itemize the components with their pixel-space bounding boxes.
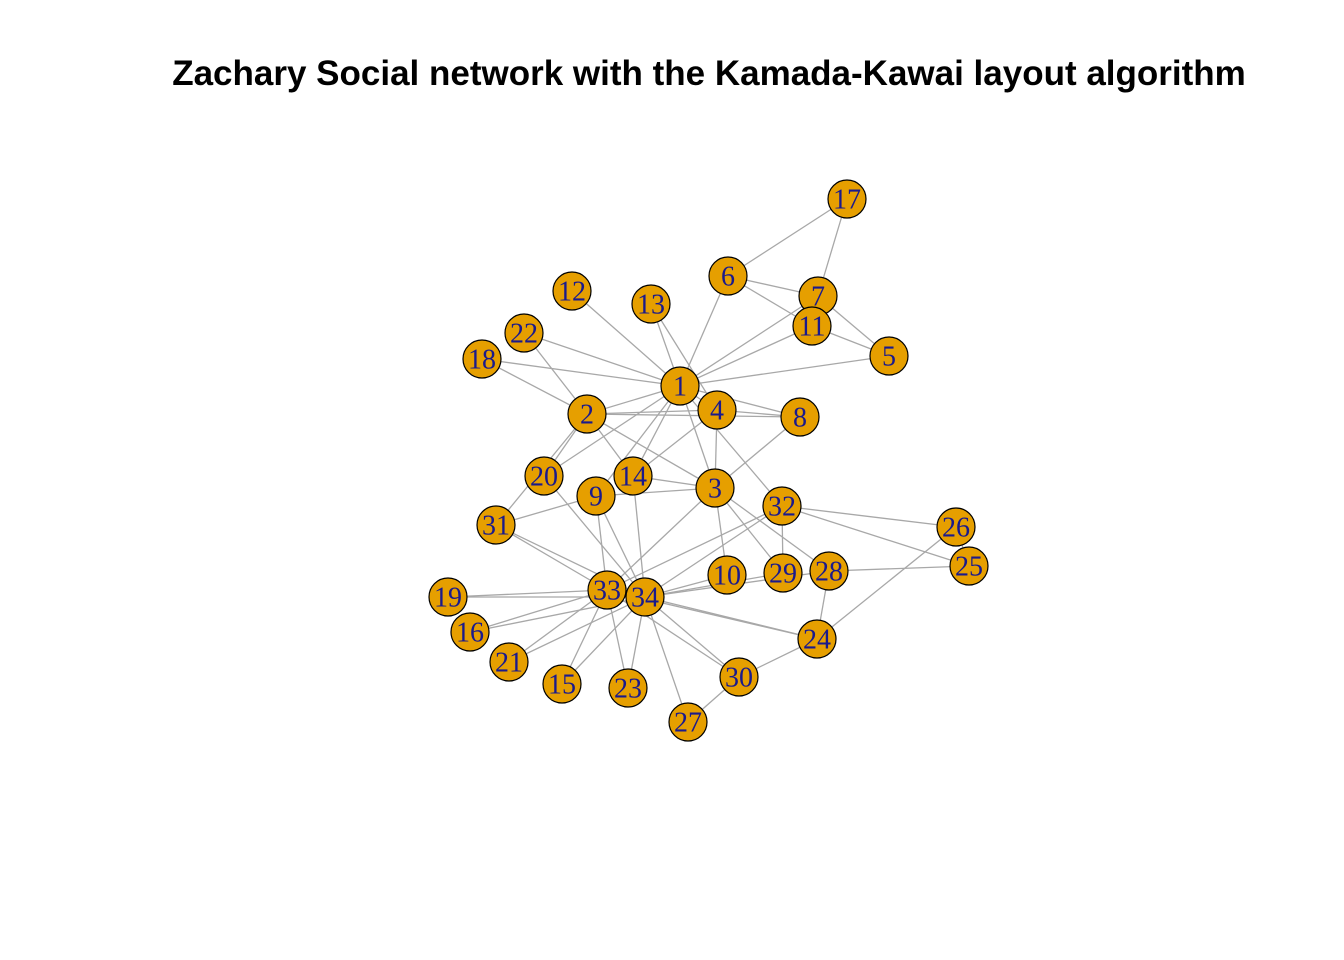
node-label: 11 <box>799 312 826 343</box>
edge-6-17 <box>727 198 848 277</box>
network-graph: 123456789101112 1314151617181920212223242… <box>428 179 989 742</box>
node-27: 27 <box>668 702 708 742</box>
edge-1-5 <box>679 355 890 387</box>
edge-3-33 <box>606 487 716 591</box>
node-30: 30 <box>719 657 759 697</box>
node-label: 29 <box>769 559 797 590</box>
edge-1-22 <box>523 332 681 387</box>
node-16: 16 <box>450 612 490 652</box>
node-22: 22 <box>504 313 544 353</box>
node-label: 24 <box>803 625 831 656</box>
node-label: 14 <box>619 462 647 493</box>
node-label: 20 <box>530 462 558 493</box>
edge-1-7 <box>679 295 819 387</box>
node-11: 11 <box>792 306 832 346</box>
node-label: 2 <box>580 400 594 431</box>
node-label: 25 <box>955 552 983 583</box>
node-24: 24 <box>797 619 837 659</box>
node-label: 27 <box>674 708 702 739</box>
node-6: 6 <box>708 256 748 296</box>
node-19: 19 <box>428 577 468 617</box>
node-label: 18 <box>468 345 496 376</box>
node-25: 25 <box>949 546 989 586</box>
node-label: 22 <box>510 319 538 350</box>
edge-26-32 <box>781 505 957 528</box>
node-5: 5 <box>869 336 909 376</box>
node-13: 13 <box>631 284 671 324</box>
node-label: 31 <box>482 511 510 542</box>
node-label: 3 <box>708 474 722 505</box>
node-1: 1 <box>660 366 700 406</box>
node-label: 5 <box>882 342 896 373</box>
node-31: 31 <box>476 505 516 545</box>
node-18: 18 <box>462 339 502 379</box>
node-17: 17 <box>827 179 867 219</box>
node-label: 21 <box>495 648 523 679</box>
node-label: 32 <box>768 492 796 523</box>
node-20: 20 <box>524 456 564 496</box>
node-34: 34 <box>625 577 665 617</box>
edge-1-20 <box>543 385 681 477</box>
node-32: 32 <box>762 486 802 526</box>
node-label: 12 <box>558 277 586 308</box>
node-label: 1 <box>673 372 687 403</box>
node-label: 33 <box>593 576 621 607</box>
node-9: 9 <box>576 476 616 516</box>
node-2: 2 <box>567 394 607 434</box>
edge-25-28 <box>828 565 970 572</box>
node-label: 15 <box>548 670 576 701</box>
edge-1-18 <box>481 358 681 387</box>
node-8: 8 <box>780 397 820 437</box>
node-label: 34 <box>631 583 659 614</box>
node-23: 23 <box>608 668 648 708</box>
node-26: 26 <box>936 507 976 547</box>
node-label: 30 <box>725 663 753 694</box>
node-29: 29 <box>763 553 803 593</box>
node-label: 6 <box>721 262 735 293</box>
node-10: 10 <box>707 555 747 595</box>
node-label: 9 <box>589 482 603 513</box>
node-label: 8 <box>793 403 807 434</box>
node-label: 16 <box>456 618 484 649</box>
node-label: 17 <box>833 185 861 216</box>
node-label: 19 <box>434 583 462 614</box>
node-label: 26 <box>942 513 970 544</box>
node-15: 15 <box>542 664 582 704</box>
node-label: 23 <box>614 674 642 705</box>
node-label: 28 <box>815 557 843 588</box>
node-4: 4 <box>697 390 737 430</box>
node-12: 12 <box>552 271 592 311</box>
node-14: 14 <box>613 456 653 496</box>
node-label: 13 <box>637 290 665 321</box>
node-33: 33 <box>587 570 627 610</box>
node-21: 21 <box>489 642 529 682</box>
node-28: 28 <box>809 551 849 591</box>
node-label: 4 <box>710 396 724 427</box>
node-label: 10 <box>713 561 741 592</box>
node-3: 3 <box>695 468 735 508</box>
edge-19-33 <box>447 589 608 598</box>
